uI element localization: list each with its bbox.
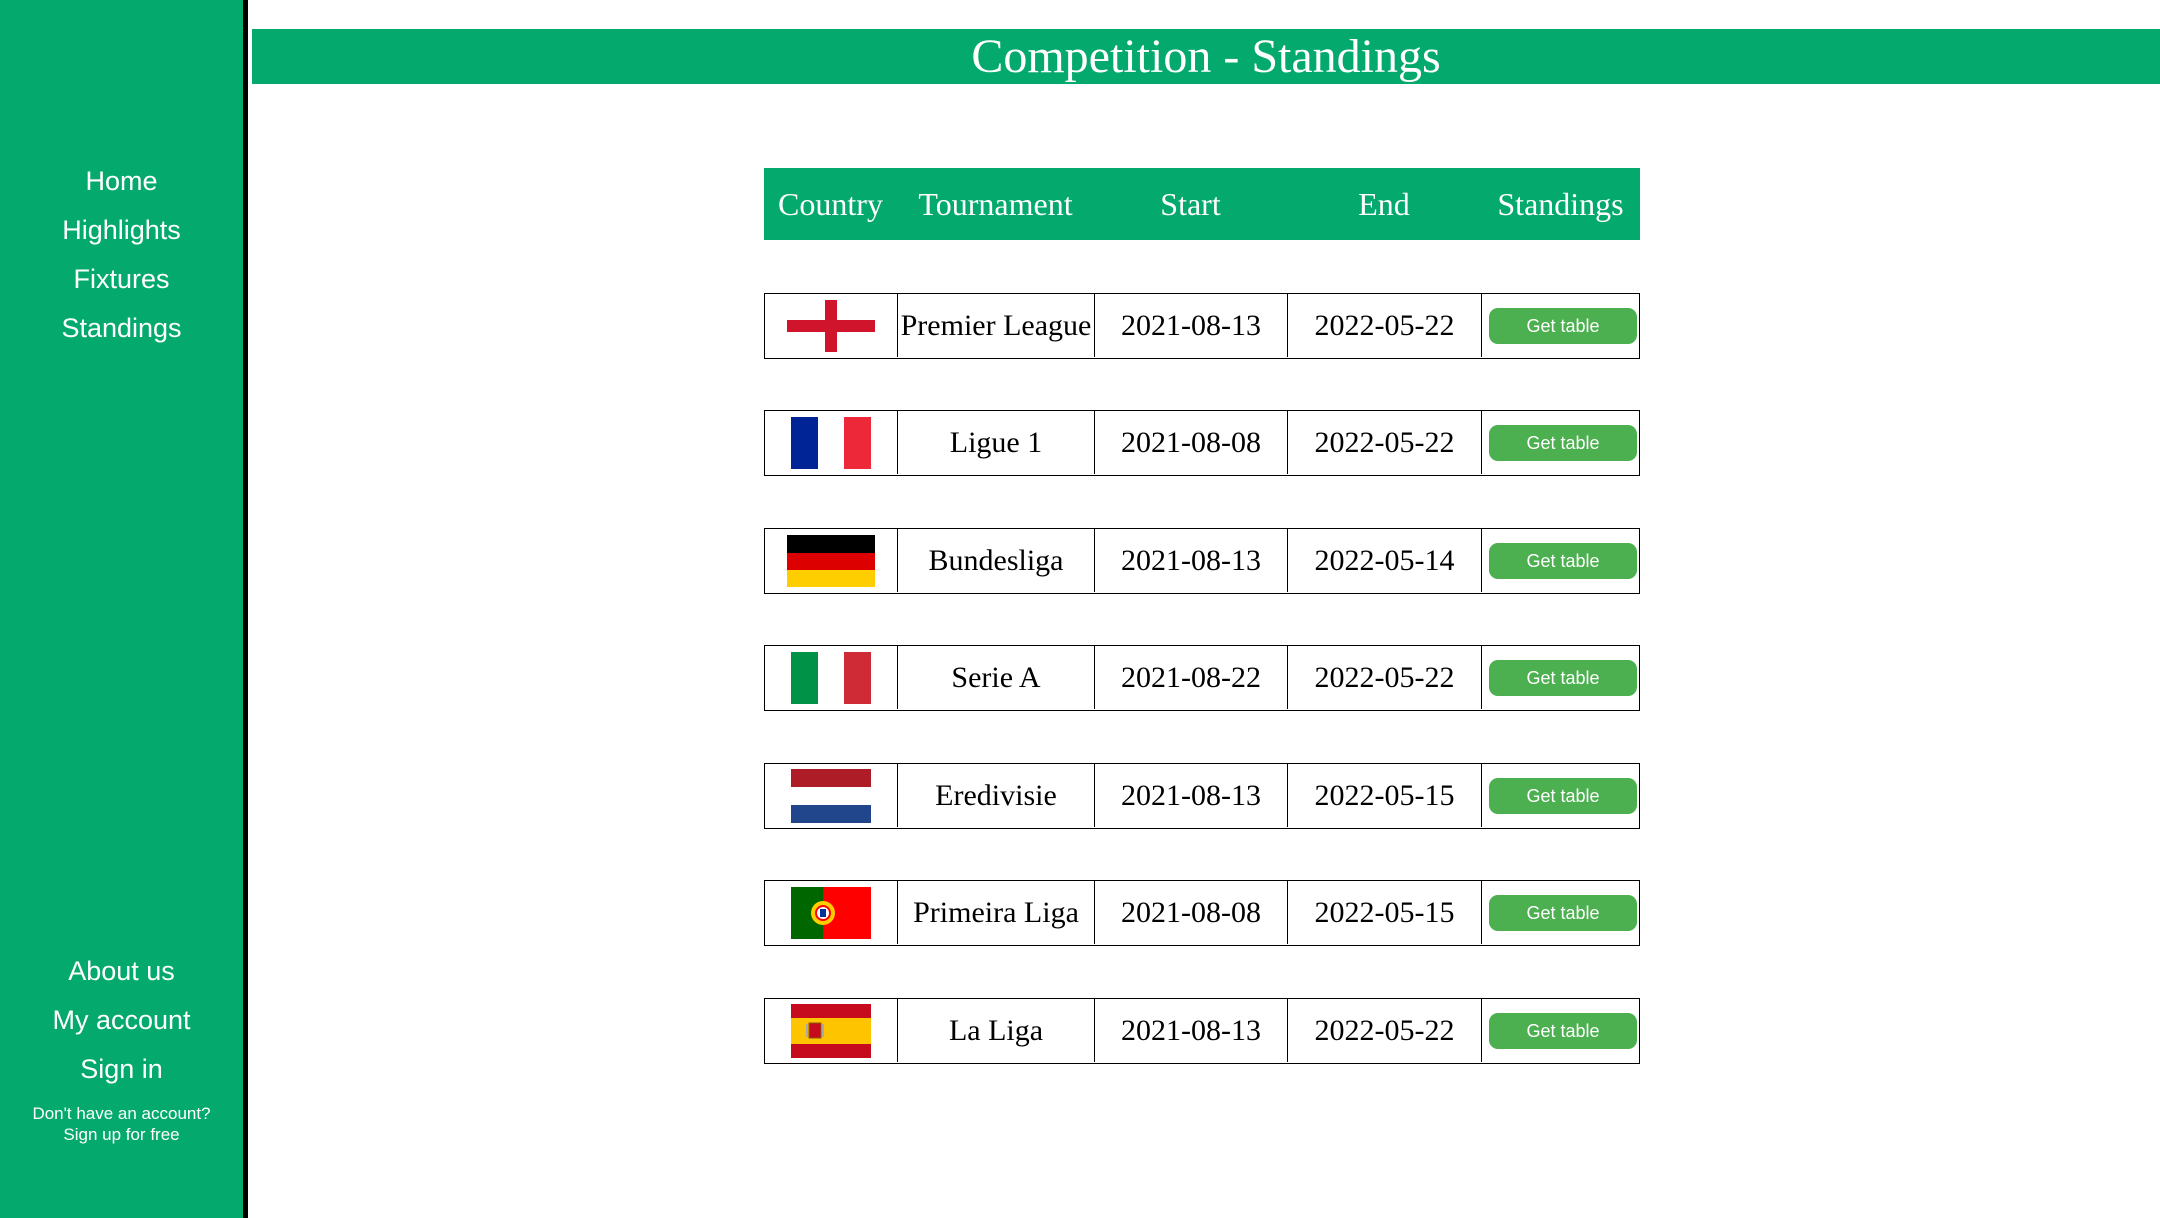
- end-date-cell: 2022-05-15: [1288, 881, 1482, 944]
- country-cell: [765, 411, 898, 474]
- start-date-cell: 2021-08-22: [1095, 646, 1288, 709]
- tournament-cell: Ligue 1: [898, 411, 1095, 474]
- end-date-cell: 2022-05-14: [1288, 529, 1482, 592]
- standings-cell: Get table: [1482, 881, 1638, 944]
- start-date-cell: 2021-08-13: [1095, 294, 1288, 357]
- country-cell: [765, 529, 898, 592]
- get-table-button[interactable]: Get table: [1489, 543, 1637, 579]
- nav-sign-in-link[interactable]: Sign in: [0, 1054, 243, 1084]
- sidebar: Home Highlights Fixtures Standings About…: [0, 0, 248, 1218]
- nav-about-link[interactable]: About us: [0, 956, 243, 986]
- get-table-button[interactable]: Get table: [1489, 895, 1637, 931]
- country-cell: [765, 294, 898, 357]
- end-date-cell: 2022-05-15: [1288, 764, 1482, 827]
- tournament-cell: Premier League: [898, 294, 1095, 357]
- country-cell: [765, 881, 898, 944]
- column-header-country: Country: [778, 186, 883, 222]
- spain-flag-icon: [791, 1003, 871, 1058]
- get-table-button[interactable]: Get table: [1489, 778, 1637, 814]
- column-header-end: End: [1358, 186, 1410, 222]
- standings-cell: Get table: [1482, 646, 1638, 709]
- table-row: La Liga 2021-08-13 2022-05-22 Get table: [764, 998, 1640, 1064]
- standings-cell: Get table: [1482, 529, 1638, 592]
- tournament-cell: Eredivisie: [898, 764, 1095, 827]
- start-date-cell: 2021-08-13: [1095, 529, 1288, 592]
- country-cell: [765, 646, 898, 709]
- standings-cell: Get table: [1482, 764, 1638, 827]
- table-row: Eredivisie 2021-08-13 2022-05-15 Get tab…: [764, 763, 1640, 829]
- get-table-button[interactable]: Get table: [1489, 425, 1637, 461]
- france-flag-icon: [791, 416, 871, 469]
- tournament-cell: Primeira Liga: [898, 881, 1095, 944]
- country-cell: [765, 999, 898, 1062]
- tournament-cell: Bundesliga: [898, 529, 1095, 592]
- get-table-button[interactable]: Get table: [1489, 308, 1637, 344]
- end-date-cell: 2022-05-22: [1288, 999, 1482, 1062]
- table-row: Serie A 2021-08-22 2022-05-22 Get table: [764, 645, 1640, 711]
- table-row: Primeira Liga 2021-08-08 2022-05-15 Get …: [764, 880, 1640, 946]
- portugal-flag-icon: [791, 886, 871, 939]
- country-cell: [765, 764, 898, 827]
- signup-link[interactable]: Sign up for free: [0, 1124, 243, 1145]
- standings-cell: Get table: [1482, 999, 1638, 1062]
- england-flag-icon: [787, 299, 875, 352]
- tournament-cell: Serie A: [898, 646, 1095, 709]
- start-date-cell: 2021-08-08: [1095, 411, 1288, 474]
- sidebar-nav-account: About us My account Sign in Don't have a…: [0, 956, 243, 1145]
- nav-fixtures-link[interactable]: Fixtures: [0, 264, 243, 294]
- page-title: Competition - Standings: [252, 29, 2160, 84]
- end-date-cell: 2022-05-22: [1288, 411, 1482, 474]
- end-date-cell: 2022-05-22: [1288, 646, 1482, 709]
- column-header-tournament: Tournament: [918, 186, 1073, 222]
- column-header-start: Start: [1160, 186, 1221, 222]
- nav-highlights-link[interactable]: Highlights: [0, 215, 243, 245]
- standings-table-header: Country Tournament Start End Standings: [764, 168, 1640, 240]
- nav-standings-link[interactable]: Standings: [0, 313, 243, 343]
- end-date-cell: 2022-05-22: [1288, 294, 1482, 357]
- standings-cell: Get table: [1482, 294, 1638, 357]
- sidebar-nav-main: Home Highlights Fixtures Standings: [0, 166, 243, 362]
- signup-question: Don't have an account?: [32, 1104, 211, 1123]
- start-date-cell: 2021-08-13: [1095, 999, 1288, 1062]
- signup-prompt[interactable]: Don't have an account? Sign up for free: [0, 1103, 243, 1145]
- nav-my-account-link[interactable]: My account: [0, 1005, 243, 1035]
- column-header-standings: Standings: [1497, 186, 1624, 222]
- standings-cell: Get table: [1482, 411, 1638, 474]
- table-row: Bundesliga 2021-08-13 2022-05-14 Get tab…: [764, 528, 1640, 594]
- italy-flag-icon: [791, 651, 871, 704]
- get-table-button[interactable]: Get table: [1489, 660, 1637, 696]
- table-row: Premier League 2021-08-13 2022-05-22 Get…: [764, 293, 1640, 359]
- start-date-cell: 2021-08-13: [1095, 764, 1288, 827]
- nav-home-link[interactable]: Home: [0, 166, 243, 196]
- get-table-button[interactable]: Get table: [1489, 1013, 1637, 1049]
- tournament-cell: La Liga: [898, 999, 1095, 1062]
- start-date-cell: 2021-08-08: [1095, 881, 1288, 944]
- germany-flag-icon: [787, 534, 875, 587]
- table-row: Ligue 1 2021-08-08 2022-05-22 Get table: [764, 410, 1640, 476]
- netherlands-flag-icon: [791, 768, 871, 823]
